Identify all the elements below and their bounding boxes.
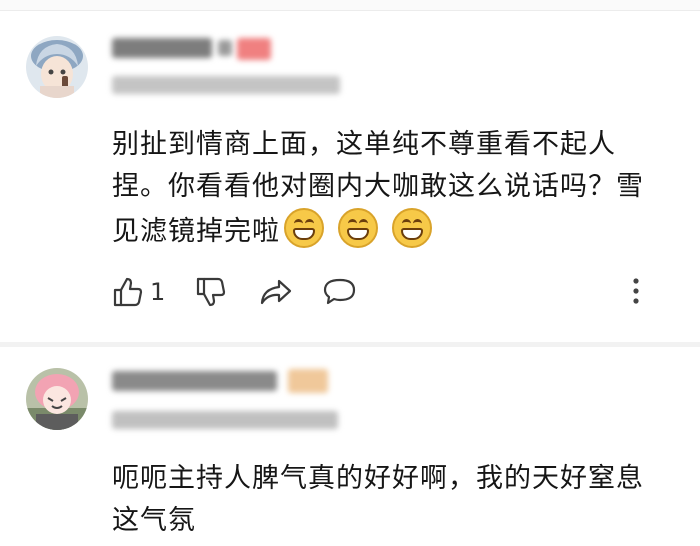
grin-emoji bbox=[338, 208, 378, 248]
comment-text: 呃呃主持人脾气真的好好啊，我的天好窒息 这气氛 bbox=[112, 463, 644, 536]
thumbs-up-icon bbox=[113, 277, 143, 307]
comment-text: 别扯到情商上面，这单纯不尊重看不起人 捏。你看看他对圈内大咖敢这么说话吗？雪 见… bbox=[112, 129, 644, 248]
comment-item: 呃呃主持人脾气真的好好啊，我的天好窒息 这气氛 bbox=[0, 347, 700, 546]
redacted-meta bbox=[112, 411, 338, 429]
like-button[interactable]: 1 bbox=[112, 276, 165, 308]
like-count: 1 bbox=[150, 278, 166, 306]
grin-emoji bbox=[284, 208, 324, 248]
redacted-username[interactable] bbox=[112, 38, 212, 58]
reply-button[interactable] bbox=[323, 277, 357, 307]
comment-actions: 1 bbox=[112, 275, 357, 309]
redacted-username-extra bbox=[218, 40, 232, 56]
redacted-meta bbox=[112, 76, 340, 94]
dislike-button[interactable] bbox=[195, 276, 227, 308]
more-button[interactable] bbox=[628, 276, 644, 306]
grin-emoji bbox=[392, 208, 432, 248]
avatar[interactable] bbox=[26, 368, 88, 430]
avatar[interactable] bbox=[26, 36, 88, 98]
share-icon bbox=[261, 279, 292, 305]
redacted-badge bbox=[237, 38, 271, 60]
more-vertical-icon bbox=[633, 278, 639, 304]
redacted-username[interactable] bbox=[112, 371, 277, 391]
redacted-badge bbox=[288, 369, 328, 393]
comment-item: 别扯到情商上面，这单纯不尊重看不起人 捏。你看看他对圈内大咖敢这么说话吗？雪 见… bbox=[0, 0, 700, 342]
comment-icon bbox=[324, 278, 356, 305]
share-button[interactable] bbox=[259, 277, 293, 307]
thumbs-down-icon bbox=[197, 277, 226, 307]
